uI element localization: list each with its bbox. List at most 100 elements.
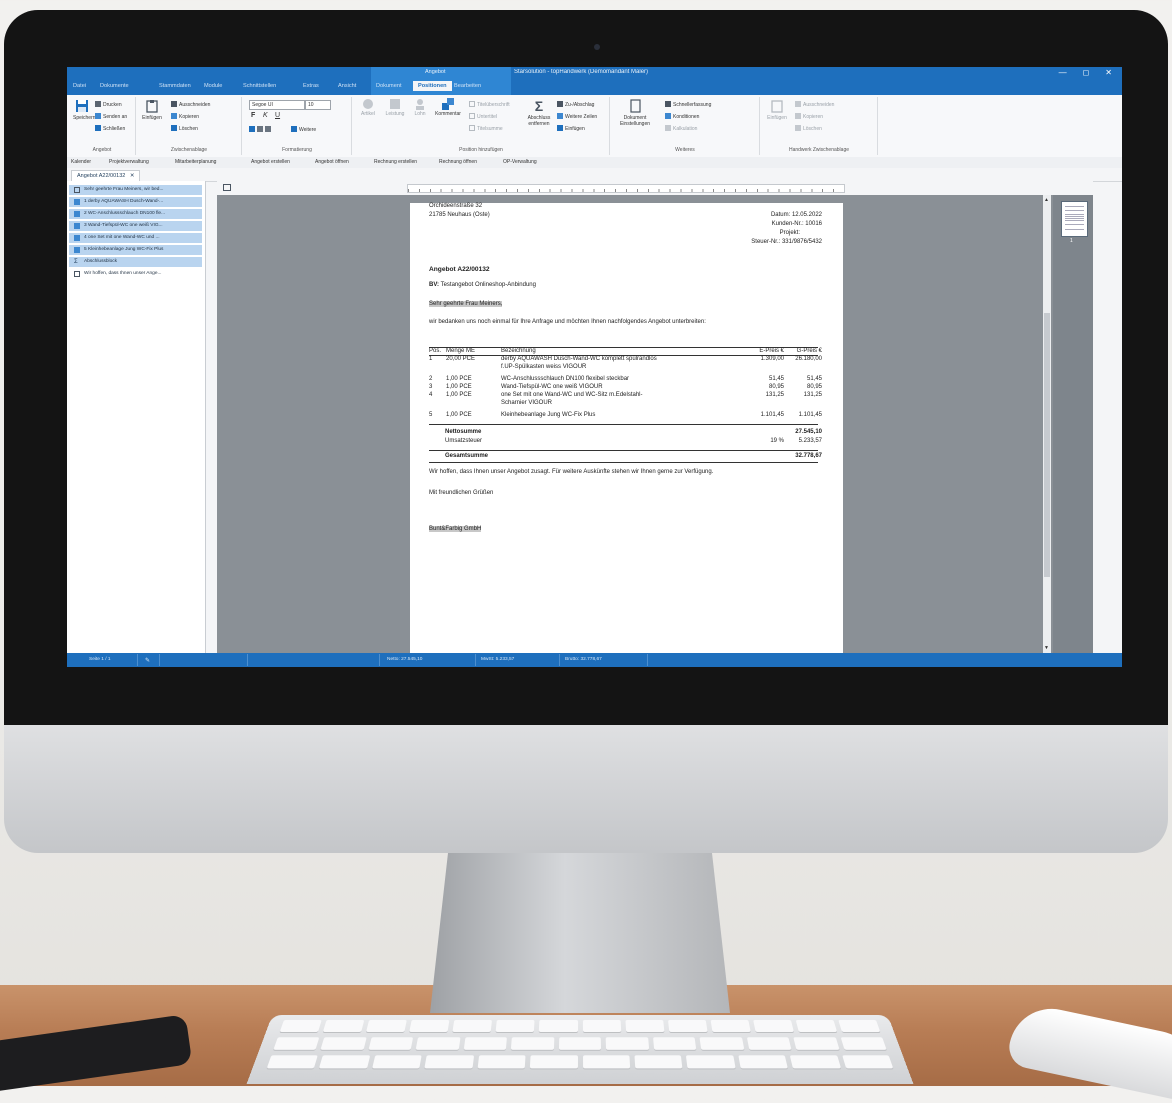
group-label-angebot: Angebot [92,147,112,153]
weitere-zeilen-button[interactable]: Weitere Zeilen [557,113,597,120]
status-mwst: MwSt: 5.233,57 [481,657,515,662]
vertical-scrollbar[interactable]: ▲ ▼ [1043,195,1051,653]
more-format-button[interactable]: Weitere [291,126,316,133]
artikel-button[interactable]: Artikel [357,99,379,117]
nav-item-pos-5[interactable]: 5 Kleinhebeanlage Jung WC-Fix Plus [69,245,202,255]
handwerk-paste-button[interactable]: Einfügen [765,99,789,121]
net-label: Nettosumme [445,429,482,435]
status-page: Seite 1 / 1 [89,657,111,662]
keyboard [246,1014,914,1084]
konditionen-button[interactable]: Konditionen [665,113,699,120]
tab-dokument[interactable]: Dokument [376,83,402,89]
scroll-up-icon[interactable]: ▲ [1044,197,1049,203]
position-insert-button[interactable]: Einfügen [557,125,585,132]
tab-module[interactable]: Module [204,83,222,89]
kalkulation-button[interactable]: Kalkulation [665,125,697,132]
address-street: Orchideenstraße 32 [429,203,483,209]
tab-stammdaten[interactable]: Stammdaten [159,83,191,89]
nav-item-abschluss[interactable]: Σ Abschlussblock [69,257,202,267]
calculator-icon [665,125,671,131]
nav-item-pos-3[interactable]: 3 Wand-Tiefspül-WC one weiß VIG... [69,221,202,231]
handwerk-copy-button[interactable]: Kopieren [795,113,823,120]
zuabschlag-button[interactable]: Zu-/Abschlag [557,101,594,108]
quick-rechnung-oeffnen[interactable]: Rechnung öffnen [439,159,477,165]
paste-label: Einfügen [142,115,162,121]
zuabschlag-label: Zu-/Abschlag [565,102,595,108]
abschluss-button[interactable]: Σ Abschluss entfernen [525,99,553,127]
row-3-menge: 1,00 PCE [446,384,472,390]
paste-button[interactable]: Einfügen [141,99,163,121]
save-label: Speichern [73,115,96,121]
schnellerfassung-button[interactable]: Schnellerfassung [665,101,711,108]
kalkulation-label: Kalkulation [673,126,698,132]
quick-angebot-erstellen[interactable]: Angebot erstellen [251,159,290,165]
quick-rechnung-erstellen[interactable]: Rechnung erstellen [374,159,417,165]
company-signature: Bunt&Farbig GmbH [429,526,482,532]
bold-button[interactable]: F [251,112,255,119]
page-thumbnail[interactable] [1061,201,1088,237]
quick-op-verwaltung[interactable]: OP-Verwaltung [503,159,537,165]
font-size-select[interactable]: 10 [305,100,331,110]
horizontal-ruler[interactable] [407,184,845,193]
minimize-button[interactable]: — [1059,68,1067,77]
save-button[interactable]: Speichern [73,99,96,121]
document-icon [630,99,641,113]
tab-ansicht[interactable]: Ansicht [338,83,356,89]
document-tab[interactable]: Angebot A22/00132 ✕ [71,170,141,181]
close-button[interactable]: ✕ [1105,68,1112,77]
untertitel-button[interactable]: Untertitel [469,113,497,120]
copy-button[interactable]: Kopieren [171,113,199,120]
titelueberschrift-button[interactable]: Titelüberschrift [469,101,510,108]
page-view-icon[interactable] [223,184,231,191]
send-button[interactable]: Senden an [95,113,127,120]
document-page[interactable]: Orchideenstraße 32 21785 Neuhaus (Oste) … [410,203,843,653]
checkbox-icon [469,125,475,131]
nav-item-pos-4[interactable]: 4 one Set mit one Wand-WC und ... [69,233,202,243]
tab-schnittstellen[interactable]: Schnittstellen [243,83,276,89]
row-2-menge: 1,00 PCE [446,376,472,382]
handwerk-delete-button[interactable]: Löschen [795,125,822,132]
align-buttons[interactable] [249,126,273,133]
offer-title: Angebot A22/00132 [429,266,490,273]
handwerk-cut-button[interactable]: Ausschneiden [795,101,834,108]
nav-item-pos-2[interactable]: 2 WC-Anschlussschlauch DN100 fle... [69,209,202,219]
vat-rate: 19 % [770,438,784,444]
titelsumme-button[interactable]: Titelsumme [469,125,503,132]
italic-button[interactable]: K [263,112,268,119]
kommentar-button[interactable]: Kommentar [433,98,463,117]
quick-mitarbeiterplanung[interactable]: Mitarbeiterplanung [175,159,216,165]
close-doc-button[interactable]: Schließen [95,125,125,132]
nav-item-schlusstext[interactable]: Wir hoffen, dass Ihnen unser Ange... [69,269,202,279]
group-label-handwerk: Handwerk Zwischenablage [788,147,850,153]
dokument-einstellungen-button[interactable]: Dokument Einstellungen [615,99,655,127]
underline-button[interactable]: U [275,112,280,119]
tab-positionen[interactable]: Positionen [413,81,452,91]
maximize-button[interactable]: ◻ [1083,68,1090,77]
tab-extras[interactable]: Extras [303,83,319,89]
tab-datei[interactable]: Datei [73,83,86,89]
delete-button[interactable]: Löschen [171,125,198,132]
monitor-stand [430,853,730,1013]
scroll-down-icon[interactable]: ▼ [1044,645,1049,651]
bv-label: BV: [429,282,440,288]
leistung-button[interactable]: Leistung [383,99,407,117]
close-doc-label: Schließen [103,126,126,132]
scrollbar-thumb[interactable] [1044,313,1050,577]
quick-kalender[interactable]: Kalender [71,159,91,165]
close-tab-icon[interactable]: ✕ [130,173,135,179]
quick-angebot-oeffnen[interactable]: Angebot öffnen [315,159,349,165]
nav-item-pos-1[interactable]: 1 derby AQUAWASH Dusch-Wand-... [69,197,202,207]
font-family-select[interactable]: Segoe UI [249,100,305,110]
lohn-button[interactable]: Lohn [411,99,429,117]
quick-projektverwaltung[interactable]: Projektverwaltung [109,159,149,165]
sigma-icon: Σ [74,259,78,265]
row-1-bezeichnung: derby AQUAWASH Dusch-Wand-WC komplett sp… [501,356,657,362]
tab-dokumente[interactable]: Dokumente [100,83,129,89]
nav-item-label: Sehr geehrte Frau Meiners, wir bed... [84,187,164,192]
tab-bearbeiten[interactable]: Bearbeiten [454,83,481,89]
cut-button[interactable]: Ausschneiden [171,101,210,108]
nav-item-anschreiben[interactable]: Sehr geehrte Frau Meiners, wir bed... [69,185,202,195]
untertitel-label: Untertitel [477,114,498,120]
print-button[interactable]: Drucken [95,101,122,108]
row-4-pos: 4 [429,392,433,398]
